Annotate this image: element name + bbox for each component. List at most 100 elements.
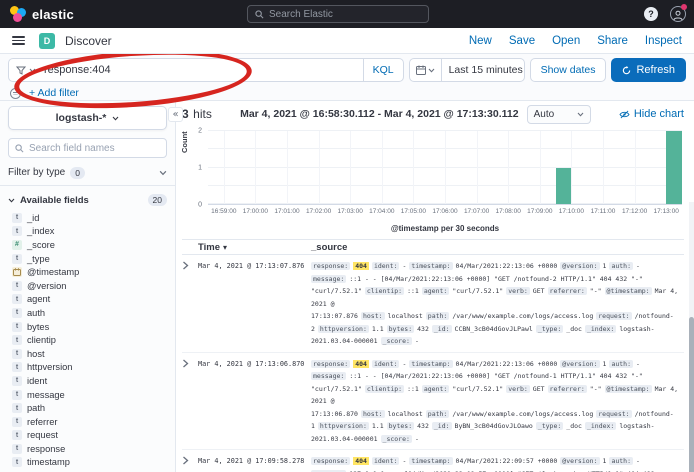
field-type-icon-string: t [12, 349, 22, 359]
field-key-badge: _score: [381, 337, 412, 345]
nav-action-save[interactable]: Save [509, 35, 535, 47]
field-name: path [27, 403, 45, 413]
show-dates-button[interactable]: Show dates [530, 58, 607, 82]
field-item-_index[interactable]: t_index [8, 225, 167, 239]
column-header-time[interactable]: Time ▾ [198, 242, 311, 253]
x-tick-label: 17:13:00 [654, 208, 679, 215]
field-item-_type[interactable]: t_type [8, 252, 167, 266]
x-tick-label: 17:00:00 [243, 208, 268, 215]
field-key-badge: _id: [432, 325, 452, 333]
field-item-path[interactable]: tpath [8, 401, 167, 415]
field-item-auth[interactable]: tauth [8, 306, 167, 320]
field-item-@version[interactable]: t@version [8, 279, 167, 293]
filter-type-count-badge: 0 [70, 167, 85, 179]
menu-icon[interactable] [12, 36, 25, 45]
refresh-button[interactable]: Refresh [611, 58, 686, 82]
discover-app-badge[interactable]: D [39, 33, 55, 49]
global-search-input[interactable]: Search Elastic [247, 5, 429, 23]
scrollbar-thumb[interactable] [689, 317, 694, 472]
field-type-icon-string: t [12, 376, 22, 386]
elastic-brand[interactable]: elastic [10, 6, 74, 22]
field-item-response[interactable]: tresponse [8, 442, 167, 456]
field-item-message[interactable]: tmessage [8, 388, 167, 402]
document-table: Mar 4, 2021 @ 17:13:07.876response:404id… [182, 255, 684, 472]
field-type-icon-string: t [12, 254, 22, 264]
field-item-host[interactable]: thost [8, 347, 167, 361]
help-icon[interactable]: ? [644, 7, 658, 21]
field-item-httpversion[interactable]: thttpversion [8, 361, 167, 375]
index-pattern-selector[interactable]: logstash-* [8, 106, 167, 130]
date-picker-toggle[interactable] [410, 59, 442, 81]
chart-plot-area [208, 131, 682, 205]
column-header-source[interactable]: _source [311, 242, 347, 253]
field-count-badge: 20 [148, 194, 167, 206]
available-fields-header[interactable]: Available fields 20 [8, 194, 167, 206]
field-key-badge: message: [311, 372, 346, 380]
time-range-value[interactable]: Last 15 minutes [442, 64, 530, 76]
x-tick-label: 17:09:00 [527, 208, 552, 215]
expand-row-icon[interactable] [182, 359, 189, 368]
gridline [571, 131, 572, 204]
field-name: host [27, 349, 45, 359]
field-item-timestamp[interactable]: ttimestamp [8, 456, 167, 470]
filter-by-type[interactable]: Filter by type 0 [0, 164, 175, 186]
field-key-badge: timestamp: [409, 360, 452, 368]
saved-query-menu-icon[interactable] [16, 65, 26, 75]
field-value: 04/Mar/2021:22:09:57 +0000 [456, 457, 558, 465]
field-value: /var/www/example.com/logs/access.log [452, 312, 593, 320]
filter-options-icon[interactable] [10, 88, 21, 99]
field-item-bytes[interactable]: tbytes [8, 320, 167, 334]
field-item-clientip[interactable]: tclientip [8, 333, 167, 347]
histogram-bar[interactable] [556, 168, 572, 205]
highlighted-value: 404 [353, 360, 369, 368]
x-axis-ticks: 16:59:0017:00:0017:01:0017:02:0017:03:00… [208, 208, 682, 218]
collapse-sidebar-icon[interactable]: « [168, 107, 183, 122]
nav-action-open[interactable]: Open [552, 35, 580, 47]
expand-row-icon[interactable] [182, 261, 189, 270]
nav-action-new[interactable]: New [469, 35, 492, 47]
interval-select[interactable]: Auto [527, 105, 591, 124]
field-search-input[interactable]: Search field names [8, 138, 167, 158]
field-item-ident[interactable]: tident [8, 374, 167, 388]
expand-row-icon[interactable] [182, 456, 189, 465]
field-value: localhost [388, 410, 423, 418]
doc-source: response:404ident:-timestamp:04/Mar/2021… [311, 358, 684, 446]
x-tick-label: 17:03:00 [338, 208, 363, 215]
field-value: _doc [566, 422, 582, 430]
x-tick-label: 17:10:00 [559, 208, 584, 215]
nav-action-share[interactable]: Share [597, 35, 628, 47]
field-type-icon-string: t [12, 417, 22, 427]
field-key-badge: _id: [432, 422, 452, 430]
field-key-badge: _type: [536, 325, 563, 333]
field-item-request[interactable]: trequest [8, 429, 167, 443]
interval-value: Auto [534, 109, 555, 120]
field-item-_score[interactable]: #_score [8, 238, 167, 252]
query-input[interactable]: response:404 KQL [8, 58, 404, 82]
field-value: - [402, 262, 406, 270]
brand-name: elastic [32, 7, 74, 22]
gridline [635, 131, 636, 204]
field-item-_id[interactable]: t_id [8, 211, 167, 225]
field-value: _doc [566, 325, 582, 333]
field-item-agent[interactable]: tagent [8, 293, 167, 307]
field-type-icon-string: t [12, 226, 22, 236]
query-text[interactable]: response:404 [44, 64, 363, 76]
field-key-badge: response: [311, 262, 350, 270]
field-key-badge: @timestamp: [605, 287, 652, 295]
field-item-referrer[interactable]: treferrer [8, 415, 167, 429]
add-filter-button[interactable]: + Add filter [29, 87, 79, 99]
hide-chart-button[interactable]: Hide chart [619, 108, 684, 120]
field-key-badge: timestamp: [409, 457, 452, 465]
field-value: ::1 [407, 287, 419, 295]
field-item-@timestamp[interactable]: @timestamp [8, 265, 167, 279]
nav-action-inspect[interactable]: Inspect [645, 35, 682, 47]
field-value: "-" [590, 385, 602, 393]
query-language-button[interactable]: KQL [363, 59, 403, 81]
sort-descending-icon[interactable]: ▾ [223, 243, 227, 252]
gridline [540, 131, 541, 204]
chevron-down-icon[interactable] [29, 68, 36, 73]
user-avatar[interactable] [670, 6, 686, 22]
histogram-bar[interactable] [666, 131, 682, 204]
field-value: GET [533, 385, 545, 393]
field-value: - [636, 360, 640, 368]
